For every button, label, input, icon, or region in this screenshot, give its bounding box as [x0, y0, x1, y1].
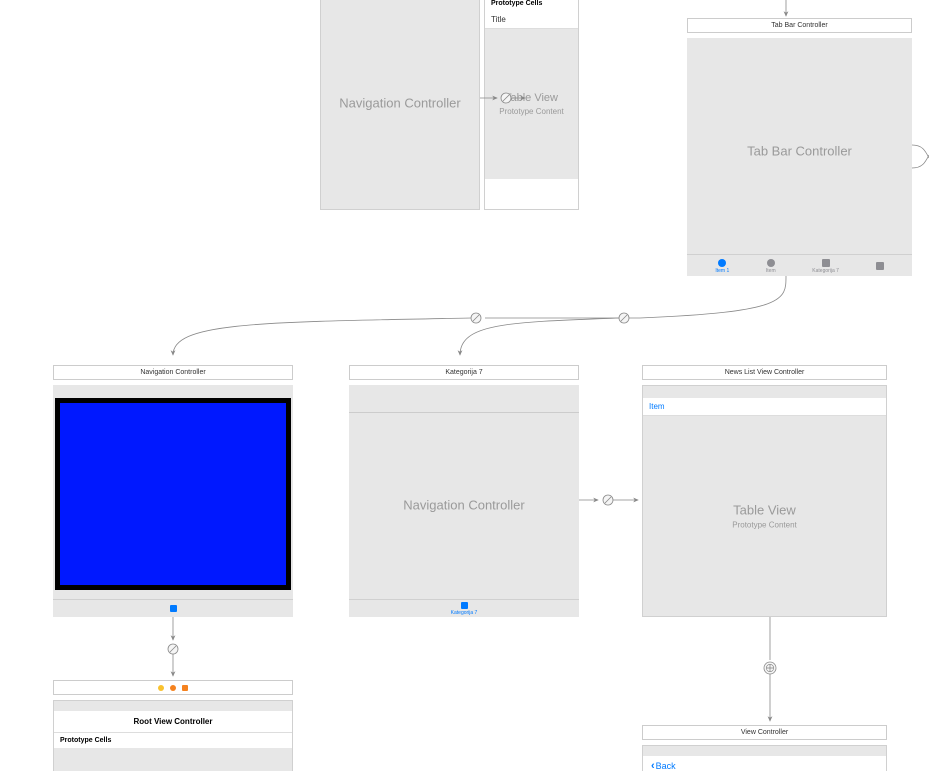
- scene-title: Navigation Controller: [53, 365, 293, 380]
- scene-icon[interactable]: [158, 685, 164, 691]
- table-view-label: Table View: [485, 92, 578, 104]
- nav-controller-label: Navigation Controller: [349, 498, 579, 513]
- scene-title: Kategorija 7: [349, 365, 579, 380]
- tab-item-label: Kategorija 7: [451, 610, 478, 616]
- blue-view[interactable]: [55, 398, 291, 590]
- scene-mid-kategorija[interactable]: Kategorija 7 Navigation Controller Kateg…: [349, 365, 579, 617]
- prototype-row-title[interactable]: Title: [485, 11, 578, 29]
- first-responder-icon[interactable]: [170, 685, 176, 691]
- tab-item-icon: [718, 259, 726, 267]
- tab-item-label: Item: [766, 268, 776, 274]
- scene-news-list[interactable]: News List View Controller Item Table Vie…: [642, 365, 887, 617]
- chevron-left-icon: ‹: [651, 760, 655, 771]
- tab-item-icon: [767, 259, 775, 267]
- tab-item[interactable]: Kategorija 7: [812, 259, 839, 274]
- tab-item[interactable]: [876, 262, 884, 271]
- back-button[interactable]: ‹ Back: [643, 756, 886, 771]
- scene-header-icons[interactable]: [53, 680, 293, 695]
- scene-root-vc[interactable]: Root View Controller Prototype Cells: [53, 680, 293, 771]
- scene-view-controller[interactable]: View Controller ‹ Back: [642, 725, 887, 771]
- scene-top-nav[interactable]: Navigation Controller: [320, 0, 480, 210]
- storyboard-canvas[interactable]: { "top_nav": { "title": "Navigation Cont…: [0, 0, 929, 771]
- prototype-cells-header: Prototype Cells: [54, 733, 292, 748]
- prototype-cells-header: Prototype Cells: [485, 0, 578, 11]
- tab-item-label: Kategorija 7: [812, 268, 839, 274]
- scene-title: View Controller: [642, 725, 887, 740]
- tab-item-icon: [822, 259, 830, 267]
- back-label: Back: [656, 761, 676, 771]
- table-view-sub: Prototype Content: [485, 107, 578, 116]
- tab-item[interactable]: Item 1: [715, 259, 729, 274]
- navigation-bar: [349, 395, 579, 413]
- scene-top-table[interactable]: Prototype Cells Title Table View Prototy…: [484, 0, 579, 210]
- table-view-label: Table View: [643, 503, 886, 518]
- nav-controller-label: Navigation Controller: [321, 95, 479, 110]
- tab-item[interactable]: Item: [766, 259, 776, 274]
- tab-bar[interactable]: Item 1 Item Kategorija 7: [687, 254, 912, 276]
- nav-item-label[interactable]: Item: [643, 398, 886, 416]
- scene-tab-bar[interactable]: Tab Bar Controller Tab Bar Controller It…: [687, 18, 912, 276]
- exit-icon[interactable]: [182, 685, 188, 691]
- scene-mid-nav-left[interactable]: Navigation Controller: [53, 365, 293, 617]
- scene-title: Tab Bar Controller: [687, 18, 912, 33]
- tab-bar[interactable]: [53, 599, 293, 617]
- tab-item-label: Item 1: [715, 268, 729, 274]
- scene-title: News List View Controller: [642, 365, 887, 380]
- table-view-sub: Prototype Content: [643, 521, 886, 530]
- tab-controller-label: Tab Bar Controller: [687, 144, 912, 159]
- tab-bar[interactable]: Kategorija 7: [349, 599, 579, 617]
- root-vc-title: Root View Controller: [54, 711, 292, 733]
- tab-item-icon[interactable]: [170, 605, 177, 612]
- tab-item-icon[interactable]: [461, 602, 468, 609]
- tab-item-icon: [876, 262, 884, 270]
